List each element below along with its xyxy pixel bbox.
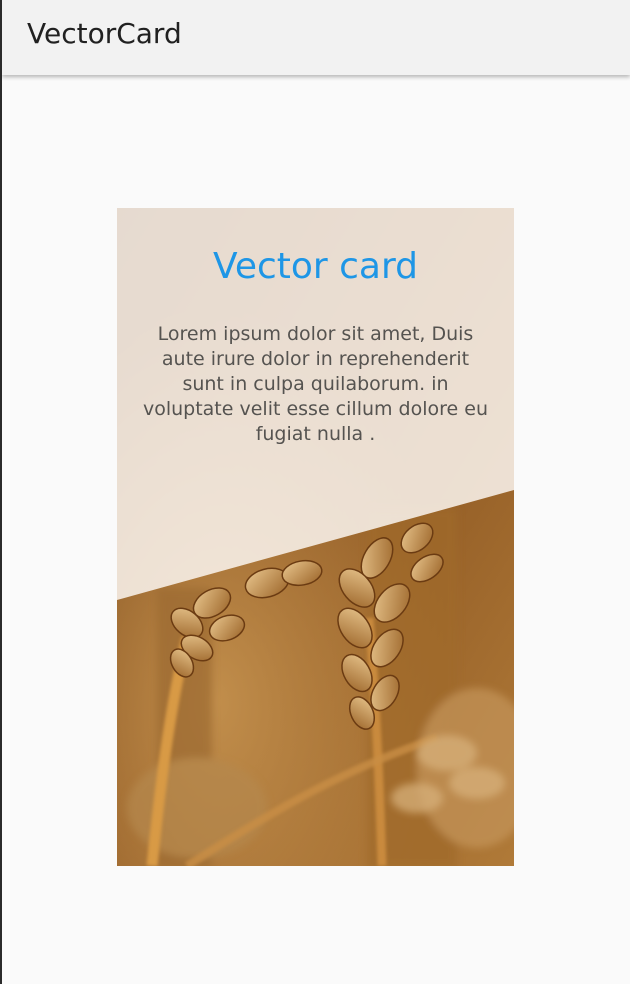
app-bar: VectorCard: [2, 0, 630, 75]
app-screen: VectorCard Vector card Lorem ipsum dolor…: [2, 0, 630, 984]
vector-card: Vector card Lorem ipsum dolor sit amet, …: [117, 208, 514, 866]
card-body-text: Lorem ipsum dolor sit amet, Duis aute ir…: [142, 323, 489, 445]
card-title: Vector card: [212, 246, 419, 287]
app-title: VectorCard: [27, 17, 182, 50]
wheat-photo-image: [117, 208, 514, 866]
